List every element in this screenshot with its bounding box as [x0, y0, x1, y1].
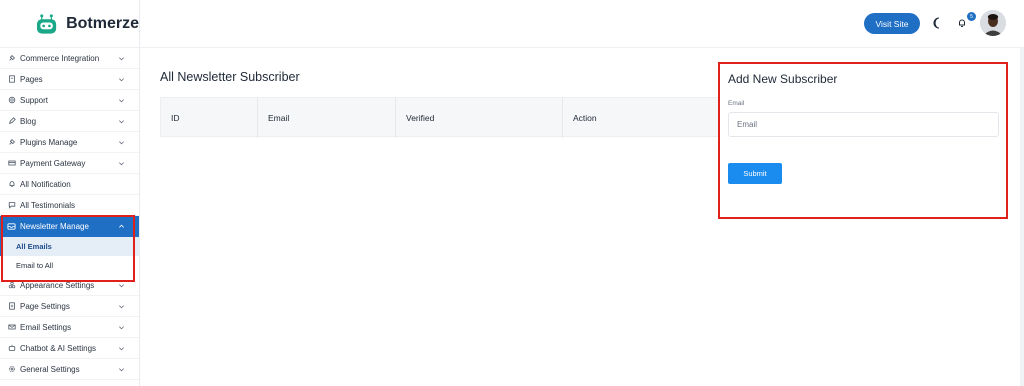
chatbot-icon [7, 344, 16, 353]
sidebar-item-commerce-integration[interactable]: Commerce Integration [0, 48, 139, 69]
sidebar-item-label: Newsletter Manage [20, 222, 89, 231]
sidebar-item-payment-gateway[interactable]: Payment Gateway [0, 153, 139, 174]
file-icon [7, 75, 16, 84]
sidebar-item-label: Blog [20, 116, 37, 126]
sidebar-item-email-settings[interactable]: Email Settings [0, 317, 139, 338]
newsletter-submenu: All Emails Email to All [0, 237, 139, 275]
blog-icon [7, 117, 16, 126]
gear-icon [7, 365, 16, 374]
chevron-down-icon [119, 304, 124, 308]
sidebar-item-label: Page Settings [20, 301, 70, 311]
plug-icon [7, 138, 16, 147]
bell-icon[interactable] [957, 18, 967, 28]
newsletter-icon [7, 222, 16, 231]
sidebar-item-label: Support [20, 95, 49, 105]
sidebar-item-plugins-manage[interactable]: Plugins Manage [0, 132, 139, 153]
column-header-action: Action [562, 98, 719, 138]
column-header-verified: Verified [395, 98, 562, 138]
chevron-down-icon [119, 346, 124, 350]
appearance-icon [7, 281, 16, 290]
chevron-down-icon [119, 98, 124, 102]
brand[interactable]: Botmerze [0, 0, 139, 48]
email-field-label: Email [728, 100, 745, 107]
sidebar-item-all-testimonials[interactable]: All Testimonials [0, 195, 139, 216]
chevron-down-icon [119, 283, 124, 287]
sidebar-item-label: Commerce Integration [20, 53, 100, 63]
chevron-up-icon [119, 224, 124, 228]
sidebar: Botmerze Commerce Integration Pages Supp… [0, 0, 140, 386]
sidebar-item-newsletter-manage[interactable]: Newsletter Manage [0, 216, 139, 237]
payment-icon [7, 159, 16, 168]
submit-button[interactable]: Submit [728, 163, 782, 184]
moon-icon[interactable] [930, 16, 944, 30]
mail-icon [7, 323, 16, 332]
robot-logo-icon [36, 13, 57, 34]
page-settings-icon [7, 302, 16, 311]
avatar[interactable] [980, 10, 1006, 36]
sidebar-item-page-settings[interactable]: Page Settings [0, 296, 139, 317]
sidebar-menu: Commerce Integration Pages Support Blog … [0, 48, 139, 380]
sidebar-item-pages[interactable]: Pages [0, 69, 139, 90]
add-subscriber-panel: Add New Subscriber Email Submit [718, 62, 1008, 219]
column-header-id: ID [171, 113, 180, 123]
sidebar-item-chatbot-ai-settings[interactable]: Chatbot & AI Settings [0, 338, 139, 359]
brand-name: Botmerze [66, 14, 139, 32]
sidebar-item-label: Plugins Manage [20, 137, 78, 147]
sidebar-item-label: General Settings [20, 364, 80, 374]
column-header-email: Email [257, 98, 395, 138]
support-icon [7, 96, 16, 105]
scrollbar[interactable] [1020, 48, 1024, 386]
sidebar-item-label: Email Settings [20, 322, 72, 332]
sidebar-item-label: Payment Gateway [20, 158, 86, 168]
bell-icon [7, 180, 16, 189]
visit-site-button[interactable]: Visit Site [864, 13, 920, 34]
chevron-down-icon [119, 325, 124, 329]
table-header: ID Email Verified Action [160, 97, 720, 138]
page-title: All Newsletter Subscriber [160, 70, 300, 84]
chevron-down-icon [119, 140, 124, 144]
sidebar-item-label: All Testimonials [20, 200, 75, 210]
sidebar-item-general-settings[interactable]: General Settings [0, 359, 139, 380]
sidebar-item-blog[interactable]: Blog [0, 111, 139, 132]
sidebar-item-label: Appearance Settings [20, 280, 95, 290]
chevron-down-icon [119, 161, 124, 165]
sidebar-subitem-email-to-all[interactable]: Email to All [0, 256, 139, 275]
sidebar-item-support[interactable]: Support [0, 90, 139, 111]
panel-title: Add New Subscriber [728, 72, 838, 86]
chevron-down-icon [119, 367, 124, 371]
notification-badge: 5 [967, 12, 976, 21]
sidebar-item-appearance-settings[interactable]: Appearance Settings [0, 275, 139, 296]
chevron-down-icon [119, 77, 124, 81]
chevron-down-icon [119, 56, 124, 60]
comment-icon [7, 201, 16, 210]
sidebar-item-all-notification[interactable]: All Notification [0, 174, 139, 195]
email-field[interactable] [728, 112, 999, 137]
sidebar-item-label: Chatbot & AI Settings [20, 343, 97, 353]
chevron-down-icon [119, 119, 124, 123]
sidebar-subitem-all-emails[interactable]: All Emails [0, 237, 139, 256]
sidebar-item-label: All Notification [20, 179, 71, 189]
sidebar-item-label: Pages [20, 74, 43, 84]
plug-icon [7, 54, 16, 63]
